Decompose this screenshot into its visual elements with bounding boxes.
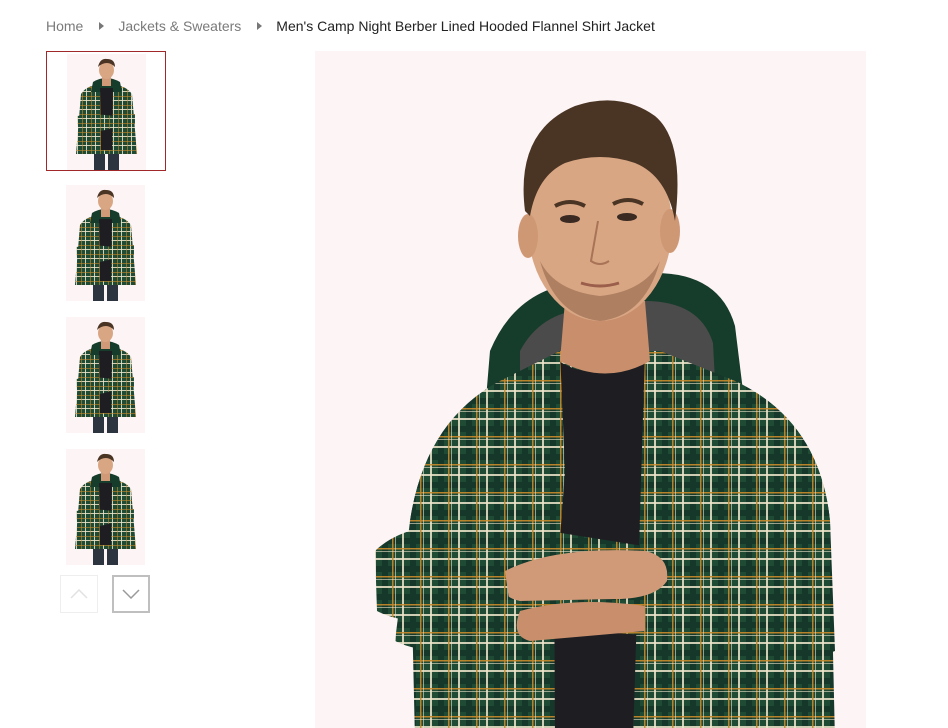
product-model-illustration bbox=[375, 100, 835, 728]
thumbnail-2[interactable] bbox=[46, 183, 166, 303]
product-page: Home Jackets & Sweaters Men's Camp Night… bbox=[0, 0, 948, 728]
thumbnail-image bbox=[66, 185, 145, 301]
thumbnail-image bbox=[67, 54, 146, 170]
breadcrumb-home-link[interactable]: Home bbox=[46, 18, 83, 34]
breadcrumb-separator-icon bbox=[257, 22, 263, 30]
thumbnail-3[interactable] bbox=[46, 315, 166, 435]
chevron-down-icon bbox=[122, 589, 140, 599]
thumbnail-1[interactable] bbox=[46, 51, 166, 171]
breadcrumb-separator-icon bbox=[99, 22, 105, 30]
thumbnail-image bbox=[66, 449, 145, 565]
thumbnail-scroll-down-button[interactable] bbox=[112, 575, 150, 613]
breadcrumb-current-page: Men's Camp Night Berber Lined Hooded Fla… bbox=[276, 18, 655, 34]
thumbnail-image bbox=[66, 317, 145, 433]
main-product-image[interactable] bbox=[315, 51, 866, 728]
breadcrumb: Home Jackets & Sweaters Men's Camp Night… bbox=[46, 16, 655, 36]
breadcrumb-category-link[interactable]: Jackets & Sweaters bbox=[118, 18, 241, 34]
thumbnail-scroll-up-button[interactable] bbox=[60, 575, 98, 613]
thumbnail-4[interactable] bbox=[46, 447, 166, 567]
chevron-up-icon bbox=[70, 589, 88, 599]
